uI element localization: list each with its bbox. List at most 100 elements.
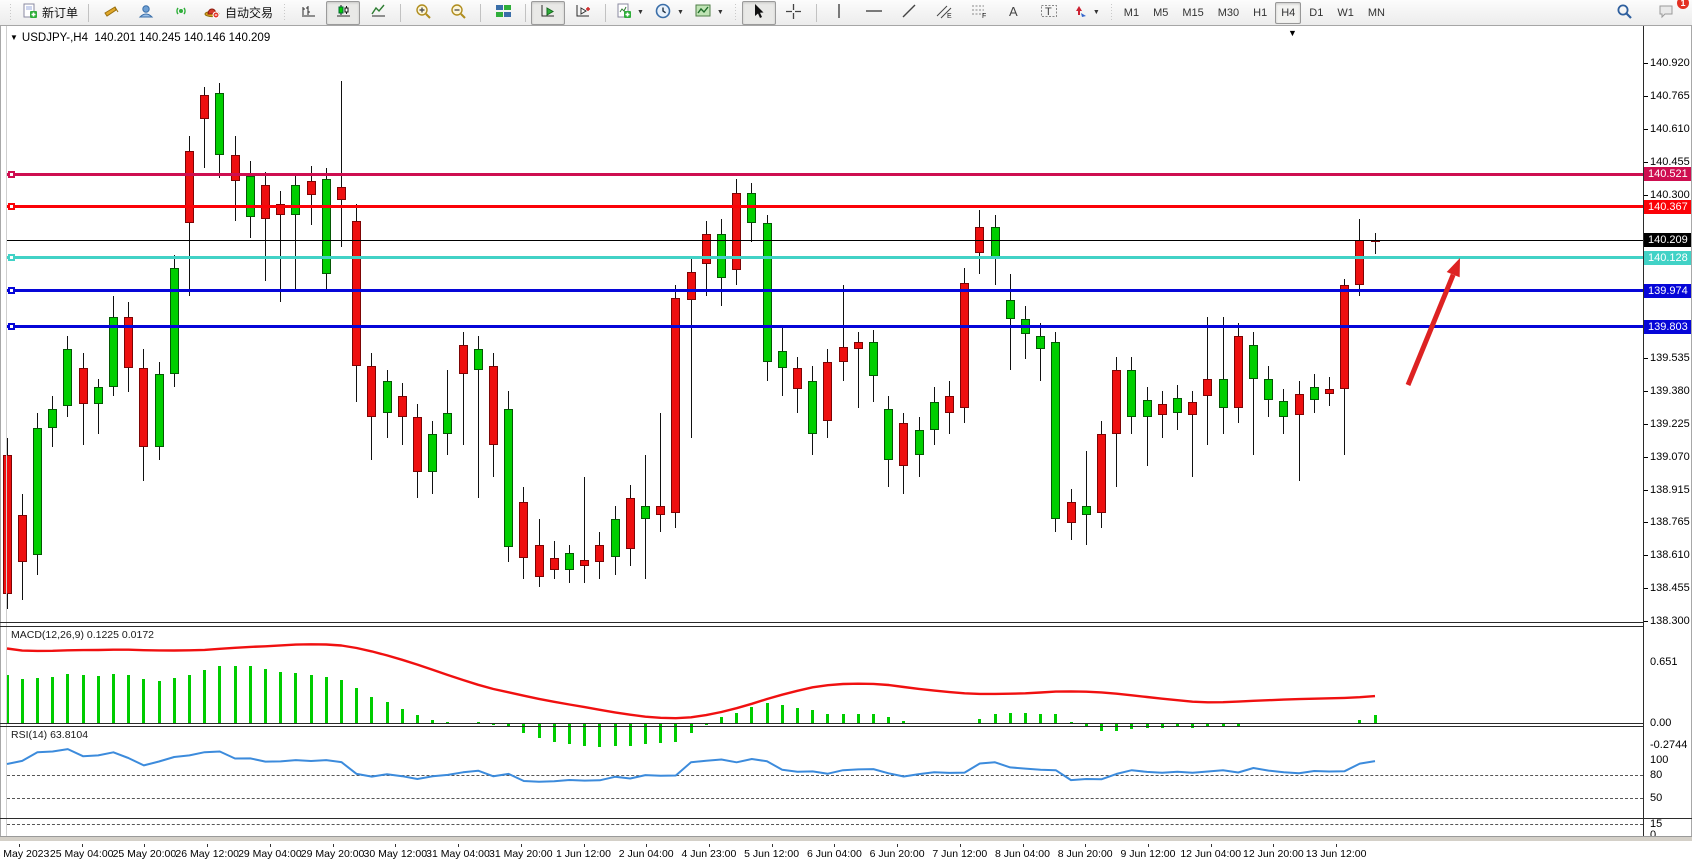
- horizontal-level-line[interactable]: [7, 173, 1643, 176]
- candle-wick: [1375, 233, 1376, 254]
- chart-shift-button[interactable]: [566, 1, 600, 25]
- main-panel-bottom-border[interactable]: [0, 622, 1643, 623]
- signals-button[interactable]: [164, 1, 198, 25]
- horizontal-level-line[interactable]: [7, 289, 1643, 292]
- trendline-tool-button[interactable]: [892, 1, 926, 25]
- period-button-M15[interactable]: M15: [1176, 2, 1209, 24]
- chart-plot-area[interactable]: 140.920140.765140.610140.455140.300139.8…: [0, 26, 1692, 841]
- level-line-anchor[interactable]: [8, 323, 15, 330]
- search-button[interactable]: [1607, 1, 1641, 25]
- snapshot-button[interactable]: [94, 1, 128, 25]
- time-axis-label: 31 May 20:00: [489, 848, 553, 860]
- zoom-out-button[interactable]: [441, 1, 475, 25]
- candle-body: [79, 368, 88, 404]
- rsi-axis-label: 80: [1650, 769, 1662, 781]
- macd-histogram-bar: [994, 714, 997, 723]
- horizontal-level-line[interactable]: [7, 325, 1643, 328]
- text-label-tool-button[interactable]: T: [1032, 1, 1066, 25]
- period-button-M30[interactable]: M30: [1212, 2, 1245, 24]
- text-tool-button[interactable]: A: [997, 1, 1031, 25]
- macd-histogram-bar: [355, 688, 358, 723]
- period-button-H4[interactable]: H4: [1275, 2, 1301, 24]
- macd-histogram-bar: [310, 675, 313, 723]
- new-order-button[interactable]: 新订单: [17, 1, 83, 25]
- line-chart-button[interactable]: [361, 1, 395, 25]
- macd-histogram-bar: [1009, 713, 1012, 723]
- macd-histogram-bar: [218, 666, 221, 723]
- horizontal-line-tool-button[interactable]: [857, 1, 891, 25]
- time-tick: [395, 844, 396, 847]
- price-tick-label: 138.455: [1650, 582, 1690, 594]
- candle-body: [413, 417, 422, 472]
- equidistant-channel-tool-button[interactable]: E: [927, 1, 961, 25]
- macd-panel-bottom-border[interactable]: [0, 723, 1643, 724]
- notifications-button[interactable]: 1: [1649, 1, 1683, 25]
- time-tick: [772, 844, 773, 847]
- time-tick: [834, 844, 835, 847]
- candlestick-chart-button[interactable]: [326, 1, 360, 25]
- rsi-level-line: [7, 775, 1643, 776]
- time-axis-label: 24 May 2023: [0, 848, 49, 860]
- price-axis-border[interactable]: [1643, 26, 1644, 836]
- candle-body: [443, 413, 452, 434]
- candle-body: [960, 283, 969, 409]
- horizontal-level-line[interactable]: [7, 256, 1643, 259]
- macd-histogram-bar: [158, 681, 161, 724]
- chat-bubble-icon: [1658, 3, 1675, 22]
- horizontal-line-icon: [865, 3, 883, 22]
- level-line-anchor[interactable]: [8, 203, 15, 210]
- time-axis-label: 6 Jun 04:00: [807, 848, 862, 860]
- macd-histogram-bar: [522, 723, 525, 733]
- macd-axis-label: 0.651: [1650, 656, 1678, 668]
- auto-scroll-button[interactable]: [531, 1, 565, 25]
- macd-histogram-bar: [82, 675, 85, 723]
- macd-histogram-bar: [188, 675, 191, 723]
- horizontal-level-line[interactable]: [7, 205, 1643, 208]
- period-button-W1[interactable]: W1: [1331, 2, 1360, 24]
- candle-body: [1036, 336, 1045, 349]
- zoom-in-icon: [415, 3, 432, 23]
- candle-body: [337, 187, 346, 200]
- period-button-H1[interactable]: H1: [1247, 2, 1273, 24]
- level-line-anchor[interactable]: [8, 171, 15, 178]
- auto-trading-button[interactable]: 自动交易: [199, 1, 278, 25]
- templates-button[interactable]: ▼: [690, 1, 729, 25]
- indicators-button[interactable]: ▼: [611, 1, 649, 25]
- arrows-tool-button[interactable]: ▼: [1067, 1, 1105, 25]
- level-line-anchor[interactable]: [8, 254, 15, 261]
- zoom-in-button[interactable]: [406, 1, 440, 25]
- crosshair-tool-button[interactable]: [777, 1, 811, 25]
- community-button[interactable]: [129, 1, 163, 25]
- fibonacci-icon: F: [970, 3, 988, 22]
- candle-body: [793, 368, 802, 389]
- macd-histogram-bar: [1374, 715, 1377, 723]
- macd-histogram-bar: [872, 714, 875, 723]
- candle-wick: [1040, 323, 1041, 381]
- period-button-MN[interactable]: MN: [1362, 2, 1391, 24]
- svg-text:F: F: [982, 13, 986, 19]
- candle-body: [687, 272, 696, 300]
- time-axis-label: 9 Jun 12:00: [1121, 848, 1176, 860]
- macd-histogram-bar: [796, 708, 799, 723]
- candle-body: [778, 351, 787, 368]
- period-button-D1[interactable]: D1: [1303, 2, 1329, 24]
- chart-window[interactable]: ▼USDJPY-,H4 140.201 140.245 140.146 140.…: [0, 26, 1692, 841]
- candle-body: [231, 155, 240, 181]
- macd-histogram-bar: [690, 723, 693, 733]
- period-button-M1[interactable]: M1: [1118, 2, 1145, 24]
- rsi-panel-bottom-border[interactable]: [0, 818, 1692, 819]
- chevron-down-icon: ▼: [717, 9, 724, 16]
- price-axis-box: 140.209: [1644, 233, 1692, 247]
- macd-histogram-bar: [842, 714, 845, 723]
- tile-windows-button[interactable]: [486, 1, 520, 25]
- fibonacci-tool-button[interactable]: F: [962, 1, 996, 25]
- cursor-tool-button[interactable]: [742, 1, 776, 25]
- bar-chart-button[interactable]: [291, 1, 325, 25]
- timeframes-button[interactable]: ▼: [650, 1, 689, 25]
- period-toolbar: M1M5M15M30H1H4D1W1MN: [1118, 2, 1391, 24]
- time-tick: [584, 844, 585, 847]
- vertical-line-tool-button[interactable]: [822, 1, 856, 25]
- rsi-level-line: [7, 798, 1643, 799]
- period-button-M5[interactable]: M5: [1147, 2, 1174, 24]
- level-line-anchor[interactable]: [8, 287, 15, 294]
